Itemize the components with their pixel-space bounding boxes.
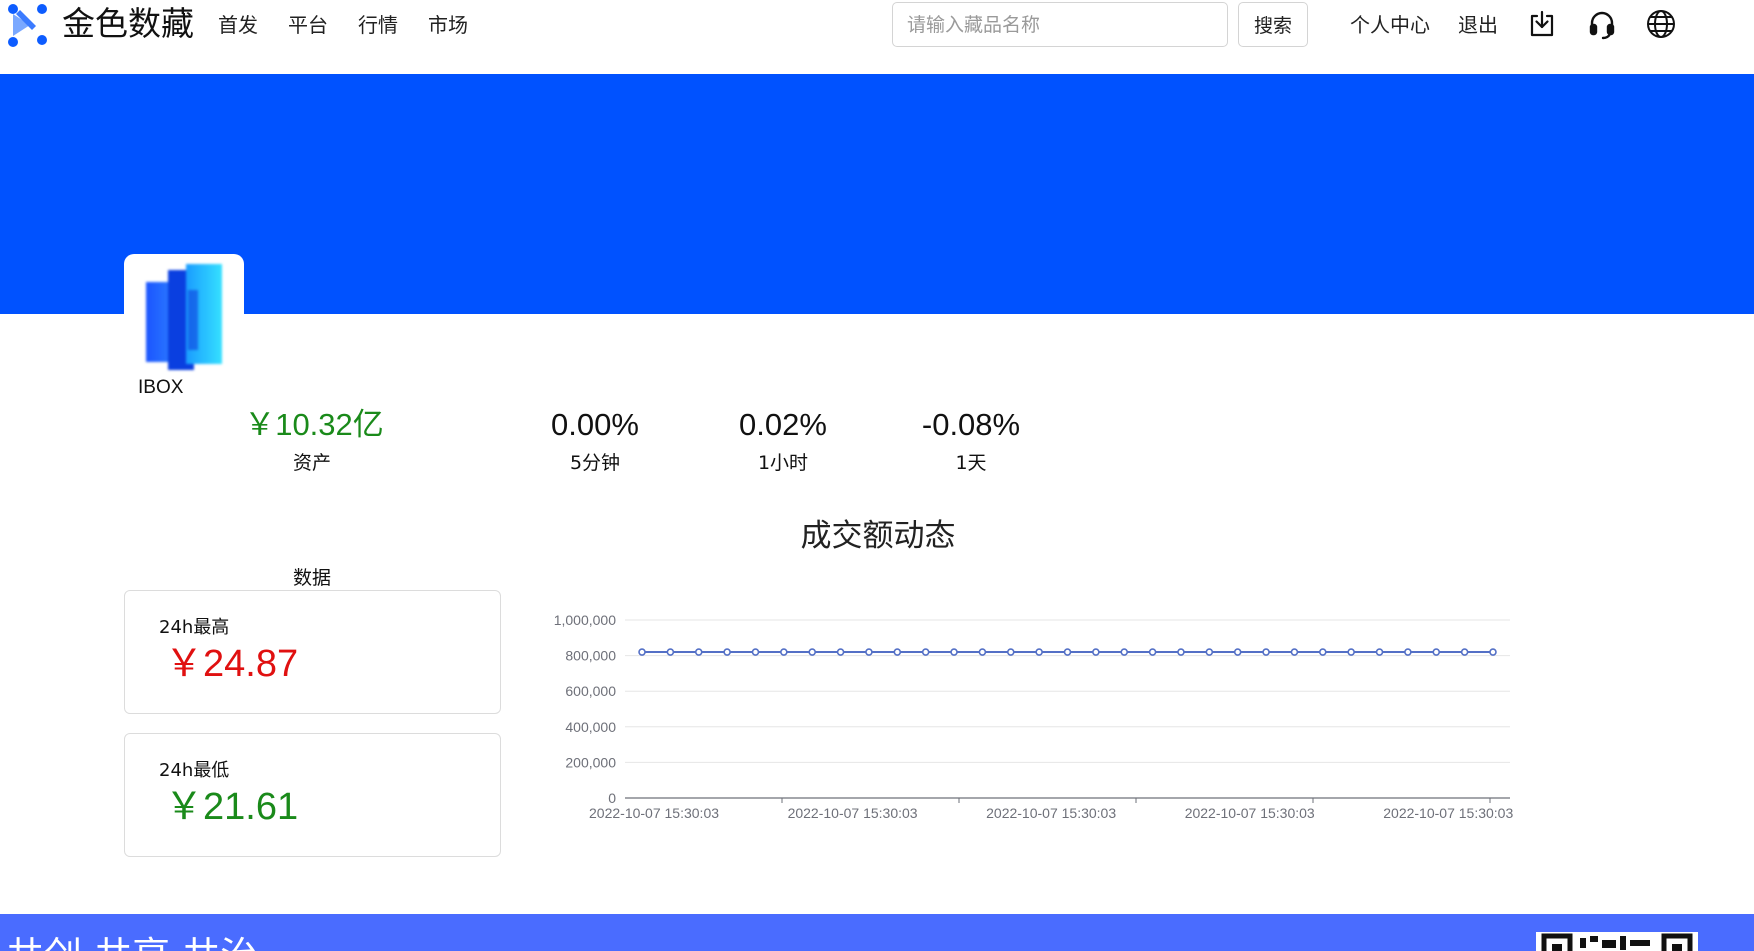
search-input[interactable] xyxy=(892,2,1228,47)
low-24h-card: 24h最低 ￥21.61 xyxy=(124,733,501,857)
x-tick-label: 2022-10-07 15:30:03 xyxy=(1383,805,1513,821)
data-point xyxy=(1489,648,1497,656)
y-tick-label: 600,000 xyxy=(565,683,616,699)
data-point xyxy=(1063,648,1072,656)
data-point xyxy=(865,648,873,656)
data-point xyxy=(780,648,788,656)
data-point xyxy=(1318,648,1327,656)
data-point xyxy=(893,648,902,656)
change-1h-label: 1小时 xyxy=(757,452,809,474)
x-tick-label: 2022-10-07 15:30:03 xyxy=(788,805,918,821)
qr-code-icon xyxy=(1536,932,1698,951)
brand-name[interactable]: 金色数藏 xyxy=(62,4,194,44)
y-tick-label: 1,000,000 xyxy=(554,612,616,628)
x-tick-label: 2022-10-07 15:30:03 xyxy=(986,805,1116,821)
footer-slogan: 共创 共享 共治 xyxy=(6,934,258,951)
data-point xyxy=(1006,648,1015,656)
data-point xyxy=(1148,648,1157,656)
data-point xyxy=(1262,648,1270,656)
data-point xyxy=(950,648,958,656)
y-tick-label: 200,000 xyxy=(565,754,616,770)
download-icon[interactable] xyxy=(1526,8,1558,40)
data-point xyxy=(1404,648,1412,656)
data-point xyxy=(1375,648,1384,656)
data-point xyxy=(638,648,646,656)
change-1h-value: 0.02% xyxy=(739,407,827,442)
high-24h-card: 24h最高 ￥24.87 xyxy=(124,590,501,714)
data-point xyxy=(1460,648,1469,656)
user-center-link[interactable]: 个人中心 xyxy=(1350,11,1430,39)
data-point xyxy=(1120,648,1129,656)
assets-label: 资产 xyxy=(292,452,331,474)
footer: 共创 共享 共治 xyxy=(0,914,1754,951)
data-point xyxy=(1092,648,1100,656)
x-tick-label: 2022-10-07 15:30:03 xyxy=(1185,805,1315,821)
globe-icon[interactable] xyxy=(1645,8,1677,40)
platform-logo-icon xyxy=(146,264,222,370)
data-point xyxy=(978,648,987,656)
top-header: 金色数藏 首发 平台 行情 市场 搜索 个人中心 退出 xyxy=(0,0,1754,74)
x-tick-label: 2022-10-07 15:30:03 xyxy=(589,805,719,821)
nav-item-first-release[interactable]: 首发 xyxy=(218,11,258,39)
data-point xyxy=(1035,648,1043,656)
logout-link[interactable]: 退出 xyxy=(1458,11,1498,39)
y-tick-label: 0 xyxy=(608,790,616,806)
data-point xyxy=(808,648,817,656)
data-point xyxy=(694,648,703,656)
nav-item-market-quotes[interactable]: 行情 xyxy=(358,11,398,39)
nav-item-marketplace[interactable]: 市场 xyxy=(428,11,468,39)
data-point xyxy=(1347,648,1355,656)
data-point xyxy=(1432,648,1441,656)
data-point xyxy=(723,648,731,656)
data-point xyxy=(836,648,845,656)
data-point xyxy=(921,648,930,656)
nav-item-platform[interactable]: 平台 xyxy=(288,11,328,39)
y-tick-label: 400,000 xyxy=(565,719,616,735)
data-section-title: 数据 xyxy=(292,567,331,589)
high-24h-value: ￥24.87 xyxy=(165,643,299,685)
data-point xyxy=(751,648,760,656)
hero-banner xyxy=(0,74,1754,314)
high-24h-label: 24h最高 xyxy=(159,617,230,638)
brand-logo-icon[interactable] xyxy=(6,2,48,48)
platform-avatar xyxy=(124,254,244,374)
change-1d-label: 1天 xyxy=(955,452,987,474)
data-point xyxy=(1290,648,1299,656)
low-24h-value: ￥21.61 xyxy=(165,786,299,828)
data-point xyxy=(1177,648,1185,656)
change-5m-label: 5分钟 xyxy=(569,452,621,474)
turnover-line-chart: 0 200,000 400,000 600,000 800,000 1,000,000 20… xyxy=(554,612,1514,821)
assets-value: ￥10.32亿 xyxy=(244,407,384,442)
chart-title: 成交额动态 xyxy=(800,518,956,554)
data-point xyxy=(1205,648,1214,656)
change-1d-value: -0.08% xyxy=(921,407,1021,442)
data-point xyxy=(1233,648,1242,656)
platform-name: IBOX xyxy=(138,377,184,398)
change-5m-value: 0.00% xyxy=(551,407,639,442)
low-24h-label: 24h最低 xyxy=(159,760,230,781)
data-point xyxy=(666,648,675,656)
main-nav: 首发 平台 行情 市场 xyxy=(218,11,498,39)
headset-icon[interactable] xyxy=(1586,8,1618,40)
search-button[interactable]: 搜索 xyxy=(1238,2,1308,47)
y-tick-label: 800,000 xyxy=(565,648,616,664)
